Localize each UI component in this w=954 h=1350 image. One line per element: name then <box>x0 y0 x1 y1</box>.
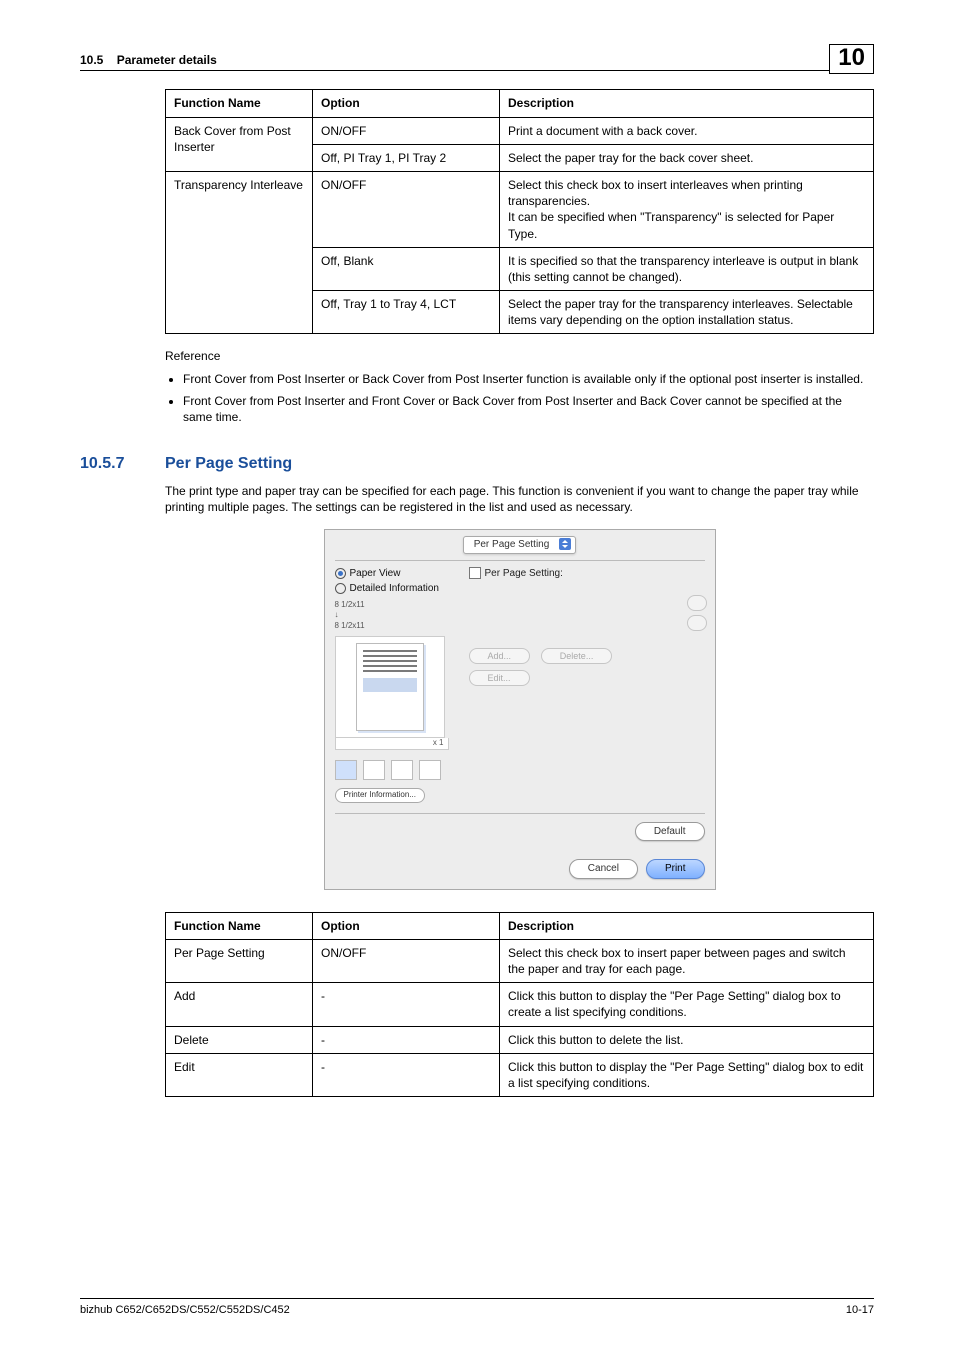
per-page-setting-checkbox[interactable]: Per Page Setting: <box>469 567 705 581</box>
pane-selector-label: Per Page Setting <box>474 539 550 550</box>
cell-opt: - <box>313 1053 500 1096</box>
parameters-table-2: Function Name Option Description Per Pag… <box>165 912 874 1098</box>
stepper-arrows-icon <box>559 538 571 550</box>
footer-model: bizhub C652/C652DS/C552/C552DS/C452 <box>80 1303 290 1318</box>
cell-fn: Back Cover from Post Inserter <box>166 117 313 171</box>
page-preview-icon <box>356 643 424 731</box>
checkbox-label: Per Page Setting: <box>485 567 563 581</box>
cancel-button[interactable]: Cancel <box>569 859 638 879</box>
cell-desc: Click this button to display the "Per Pa… <box>500 1053 874 1096</box>
pane-selector[interactable]: Per Page Setting <box>463 536 577 554</box>
nav-up-button[interactable] <box>687 595 707 611</box>
secure-icon[interactable] <box>419 760 441 780</box>
th-option: Option <box>313 90 500 117</box>
button-label: Default <box>654 826 686 837</box>
cell-desc: Select this check box to insert paper be… <box>500 939 874 982</box>
cell-desc: Click this button to display the "Per Pa… <box>500 983 874 1026</box>
cell-desc: Click this button to delete the list. <box>500 1026 874 1053</box>
subsection-number: 10.5.7 <box>80 453 165 475</box>
radio-detailed-info[interactable]: Detailed Information <box>335 582 455 596</box>
cell-opt: - <box>313 983 500 1026</box>
cell-desc: It is specified so that the transparency… <box>500 247 874 290</box>
list-item: Front Cover from Post Inserter and Front… <box>183 393 874 425</box>
arrow-down-icon: ↓ <box>335 610 455 621</box>
footer-page-number: 10-17 <box>846 1303 874 1318</box>
running-head-num: 10.5 <box>80 53 103 67</box>
cell-fn: Transparency Interleave <box>166 171 313 334</box>
cell-desc: Select the paper tray for the back cover… <box>500 144 874 171</box>
th-option: Option <box>313 912 500 939</box>
printer-information-button[interactable]: Printer Information... <box>335 788 425 803</box>
button-label: Printer Information... <box>344 790 416 799</box>
parameters-table-1: Function Name Option Description Back Co… <box>165 89 874 334</box>
delete-button[interactable]: Delete... <box>541 648 613 664</box>
cell-fn: Add <box>166 983 313 1026</box>
copy-count-label: x 1 <box>335 738 449 750</box>
th-function-name: Function Name <box>166 912 313 939</box>
radio-label: Detailed Information <box>350 582 440 596</box>
cell-opt: ON/OFF <box>313 117 500 144</box>
th-description: Description <box>500 912 874 939</box>
reference-label: Reference <box>165 348 874 364</box>
list-nav-buttons <box>687 595 707 631</box>
subsection-body: The print type and paper tray can be spe… <box>165 483 874 515</box>
button-label: Cancel <box>588 863 619 874</box>
duplex-icon[interactable] <box>335 760 357 780</box>
button-label: Edit... <box>488 673 511 683</box>
chapter-number-box: 10 <box>829 44 874 74</box>
th-function-name: Function Name <box>166 90 313 117</box>
checkbox-icon <box>469 567 481 579</box>
table-row: Add - Click this button to display the "… <box>166 983 874 1026</box>
reference-list: Front Cover from Post Inserter or Back C… <box>165 371 874 426</box>
print-button[interactable]: Print <box>646 859 705 879</box>
cell-desc: Print a document with a back cover. <box>500 117 874 144</box>
status-icon-row <box>335 760 455 780</box>
radio-dot-icon <box>335 583 346 594</box>
running-head-title: Parameter details <box>117 53 217 67</box>
radio-dot-icon <box>335 568 346 579</box>
button-label: Add... <box>488 651 512 661</box>
cell-fn: Delete <box>166 1026 313 1053</box>
table-row: Delete - Click this button to delete the… <box>166 1026 874 1053</box>
cell-opt: ON/OFF <box>313 939 500 982</box>
default-button[interactable]: Default <box>635 822 705 842</box>
running-head: 10.5 Parameter details <box>80 52 217 68</box>
subsection-title: Per Page Setting <box>165 453 292 475</box>
list-item: Front Cover from Post Inserter or Back C… <box>183 371 874 387</box>
cell-fn: Per Page Setting <box>166 939 313 982</box>
cell-opt: Off, PI Tray 1, PI Tray 2 <box>313 144 500 171</box>
cell-opt: ON/OFF <box>313 171 500 247</box>
button-label: Print <box>665 863 686 874</box>
nav-down-button[interactable] <box>687 615 707 631</box>
edit-button[interactable]: Edit... <box>469 670 530 686</box>
table-row: Back Cover from Post Inserter ON/OFF Pri… <box>166 117 874 144</box>
cell-desc: Select the paper tray for the transparen… <box>500 291 874 334</box>
radio-label: Paper View <box>350 567 401 581</box>
table-row: Transparency Interleave ON/OFF Select th… <box>166 171 874 247</box>
paper-size-label: 8 1/2x11 <box>335 600 455 611</box>
cell-opt: Off, Blank <box>313 247 500 290</box>
radio-paper-view[interactable]: Paper View <box>335 567 455 581</box>
dialog-screenshot: Per Page Setting Paper View Detailed Inf… <box>324 529 716 889</box>
table-row: Per Page Setting ON/OFF Select this chec… <box>166 939 874 982</box>
cell-opt: - <box>313 1026 500 1053</box>
page-header: 10.5 Parameter details 10 <box>80 38 874 71</box>
table-row: Edit - Click this button to display the … <box>166 1053 874 1096</box>
cell-desc: Select this check box to insert interlea… <box>500 171 874 247</box>
page-preview <box>335 636 445 738</box>
page-footer: bizhub C652/C652DS/C552/C552DS/C452 10-1… <box>80 1298 874 1318</box>
button-label: Delete... <box>560 651 594 661</box>
th-description: Description <box>500 90 874 117</box>
cell-fn: Edit <box>166 1053 313 1096</box>
staple-icon[interactable] <box>391 760 413 780</box>
cell-opt: Off, Tray 1 to Tray 4, LCT <box>313 291 500 334</box>
booklet-icon[interactable] <box>363 760 385 780</box>
paper-size-label: 8 1/2x11 <box>335 621 455 632</box>
add-button[interactable]: Add... <box>469 648 531 664</box>
